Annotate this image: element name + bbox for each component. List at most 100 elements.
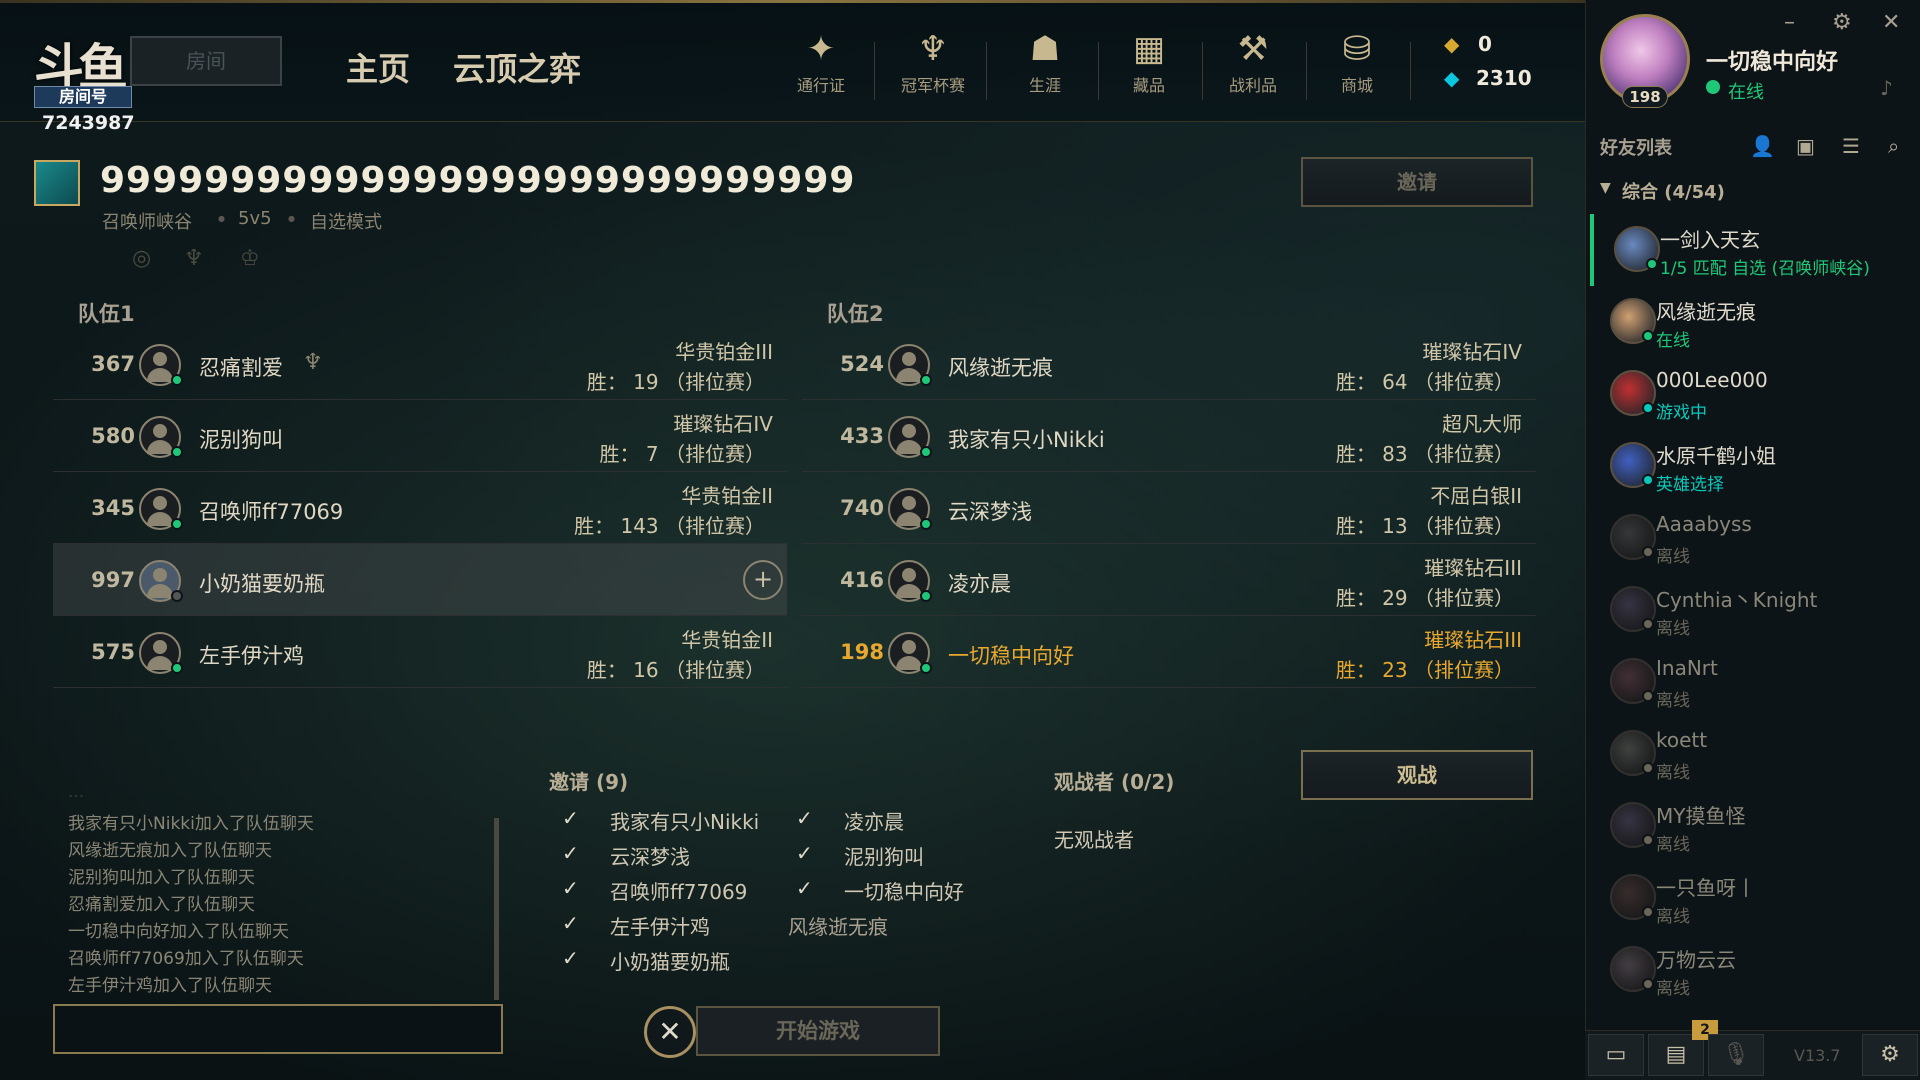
friend-item[interactable]: 一只鱼呀丨 离线 — [1590, 862, 1920, 934]
team2-list: 524 风缘逝无痕 璀璨钻石IV 胜： 64 （排位赛） 433 我家有只小Nikki 超凡… — [802, 328, 1536, 688]
lobby-title: 99999999999999999999999999999 — [100, 160, 856, 201]
notification-bell-icon[interactable]: ♪ — [1880, 76, 1893, 100]
player-rank: 超凡大师 — [1442, 412, 1522, 436]
player-row[interactable]: 575 左手伊汁鸡 华贵铂金II 胜： 16 （排位赛） — [53, 616, 787, 688]
friend-item[interactable]: Aaaabyss 离线 — [1590, 502, 1920, 574]
friend-status: 游戏中 — [1656, 403, 1707, 423]
player-row[interactable]: 524 风缘逝无痕 璀璨钻石IV 胜： 64 （排位赛） — [802, 328, 1536, 400]
crown-icon: ♔ — [240, 246, 260, 271]
status-dot-icon — [1642, 978, 1654, 990]
player-name: 召唤师ff77069 — [199, 500, 344, 524]
player-rank: 璀璨钻石III — [1424, 628, 1522, 652]
microphone-icon[interactable]: 🎙 — [1708, 1034, 1764, 1076]
player-status[interactable]: 在线 — [1728, 78, 1764, 104]
list-view-icon[interactable]: ☰ — [1842, 134, 1860, 158]
add-friend-icon[interactable]: + — [743, 560, 783, 600]
player-row[interactable]: 367 忍痛割爱 华贵铂金III 胜： 19 （排位赛） ♆ — [53, 328, 787, 400]
player-wins: 胜： 13 （排位赛） — [1335, 514, 1514, 538]
room-input[interactable]: 房间 — [130, 36, 282, 86]
player-row[interactable]: 198 一切稳中向好 璀璨钻石III 胜： 23 （排位赛） — [802, 616, 1536, 688]
player-rank: 不屈白银II — [1430, 484, 1522, 508]
divider — [874, 42, 875, 100]
player-wins: 胜： 64 （排位赛） — [1335, 370, 1514, 394]
player-level: 198 — [1622, 86, 1668, 108]
player-name: 左手伊汁鸡 — [199, 644, 304, 668]
be-icon: ◆ — [1444, 66, 1460, 90]
status-dot-icon — [1642, 618, 1654, 630]
nav-trophy[interactable]: ♆ 冠军杯赛 — [888, 30, 978, 100]
nav-collection[interactable]: ▦ 藏品 — [1104, 30, 1194, 100]
trophy-icon: ♆ — [917, 29, 949, 69]
player-row[interactable]: 345 召唤师ff77069 华贵铂金II 胜： 143 （排位赛） — [53, 472, 787, 544]
invitee-name: 一切稳中向好 — [844, 880, 964, 904]
close-icon[interactable]: ✕ — [1882, 10, 1900, 35]
friend-status: 离线 — [1656, 763, 1690, 783]
friend-name: 万物云云 — [1656, 948, 1736, 972]
friend-item[interactable]: 水原千鹤小姐 英雄选择 — [1590, 430, 1920, 502]
player-rank: 华贵铂金II — [681, 484, 773, 508]
minimize-icon[interactable]: – — [1784, 10, 1795, 35]
friend-item[interactable]: 万物云云 离线 — [1590, 934, 1920, 1006]
friend-name: 一只鱼呀丨 — [1656, 876, 1756, 900]
help-icon[interactable]: ⚙ — [1862, 1034, 1918, 1076]
divider — [1098, 42, 1099, 100]
chevron-down-icon[interactable]: ▼ — [1600, 180, 1611, 196]
chat-icon[interactable]: ▭ — [1588, 1034, 1644, 1076]
nav-store[interactable]: ⛁ 商城 — [1312, 30, 1402, 100]
lobby-map-icon — [34, 160, 80, 206]
check-icon: ✓ — [562, 841, 579, 865]
check-icon: ✓ — [796, 806, 813, 830]
invite-button[interactable]: 邀请 — [1301, 157, 1533, 207]
add-friend-icon[interactable]: 👤 — [1750, 134, 1775, 158]
online-dot-icon — [920, 662, 932, 674]
player-wins: 胜： 23 （排位赛） — [1335, 658, 1514, 682]
store-icon: ⛁ — [1342, 29, 1372, 69]
missions-icon[interactable]: ▤ — [1648, 1034, 1704, 1076]
player-name: 一切稳中向好 — [948, 644, 1074, 668]
friend-item[interactable]: 一剑入天玄 1/5 匹配 自选 (召唤师峡谷) — [1590, 214, 1920, 286]
leave-lobby-button[interactable]: ✕ — [644, 1006, 696, 1058]
nav-profile-label: 生涯 — [1028, 76, 1061, 95]
status-dot-icon — [1642, 834, 1654, 846]
player-level: 997 — [91, 568, 135, 592]
settings-icon[interactable]: ⚙ — [1832, 10, 1852, 35]
online-dot-icon — [171, 590, 183, 602]
friend-item[interactable]: MY摸鱼怪 离线 — [1590, 790, 1920, 862]
player-row[interactable]: 997 小奶猫要奶瓶 + — [53, 544, 787, 616]
player-level: 367 — [91, 352, 135, 376]
player-level: 416 — [840, 568, 884, 592]
collection-icon: ▦ — [1132, 29, 1166, 69]
nav-tft[interactable]: 云顶之弈 — [453, 44, 581, 90]
player-rank: 璀璨钻石IV — [1422, 340, 1522, 364]
online-dot-icon — [171, 662, 183, 674]
nav-loot[interactable]: ⚒ 战利品 — [1208, 30, 1298, 100]
search-icon[interactable]: ⌕ — [1888, 134, 1899, 158]
nav-pass[interactable]: ✦ 通行证 — [776, 30, 866, 100]
spectators-header: 观战者 (0/2) — [1054, 770, 1175, 794]
chat-input[interactable] — [53, 1004, 503, 1054]
player-row[interactable]: 416 凌亦晨 璀璨钻石III 胜： 29 （排位赛） — [802, 544, 1536, 616]
online-dot-icon — [920, 374, 932, 386]
friend-item[interactable]: koett 离线 — [1590, 718, 1920, 790]
status-dot-icon — [1642, 474, 1654, 486]
friend-item[interactable]: InaNrt 离线 — [1590, 646, 1920, 718]
add-folder-icon[interactable]: ▣ — [1796, 134, 1815, 158]
friend-group-header[interactable]: 综合 (4/54) — [1622, 178, 1725, 204]
player-row[interactable]: 740 云深梦浅 不屈白银II 胜： 13 （排位赛） — [802, 472, 1536, 544]
nav-home[interactable]: 主页 — [346, 44, 410, 90]
invitee-name: 我家有只小Nikki — [610, 810, 760, 834]
start-game-button[interactable]: 开始游戏 — [696, 1006, 940, 1056]
spectate-button[interactable]: 观战 — [1301, 750, 1533, 800]
friend-item[interactable]: Cynthia丶Knight 离线 — [1590, 574, 1920, 646]
friend-status: 离线 — [1656, 547, 1690, 567]
friend-status: 英雄选择 — [1656, 475, 1724, 495]
chat-message: 风缘逝无痕加入了队伍聊天 — [68, 841, 272, 861]
nav-profile[interactable]: ☗ 生涯 — [1000, 30, 1090, 100]
player-row[interactable]: 580 泥别狗叫 璀璨钻石IV 胜： 7 （排位赛） — [53, 400, 787, 472]
lobby-map: 召唤师峡谷 — [102, 212, 192, 233]
chat-scrollbar[interactable] — [494, 818, 499, 1000]
friend-item[interactable]: 000Lee000 游戏中 — [1590, 358, 1920, 430]
friend-item[interactable]: 风缘逝无痕 在线 — [1590, 286, 1920, 358]
status-dot-icon — [1642, 690, 1654, 702]
player-row[interactable]: 433 我家有只小Nikki 超凡大师 胜： 83 （排位赛） — [802, 400, 1536, 472]
